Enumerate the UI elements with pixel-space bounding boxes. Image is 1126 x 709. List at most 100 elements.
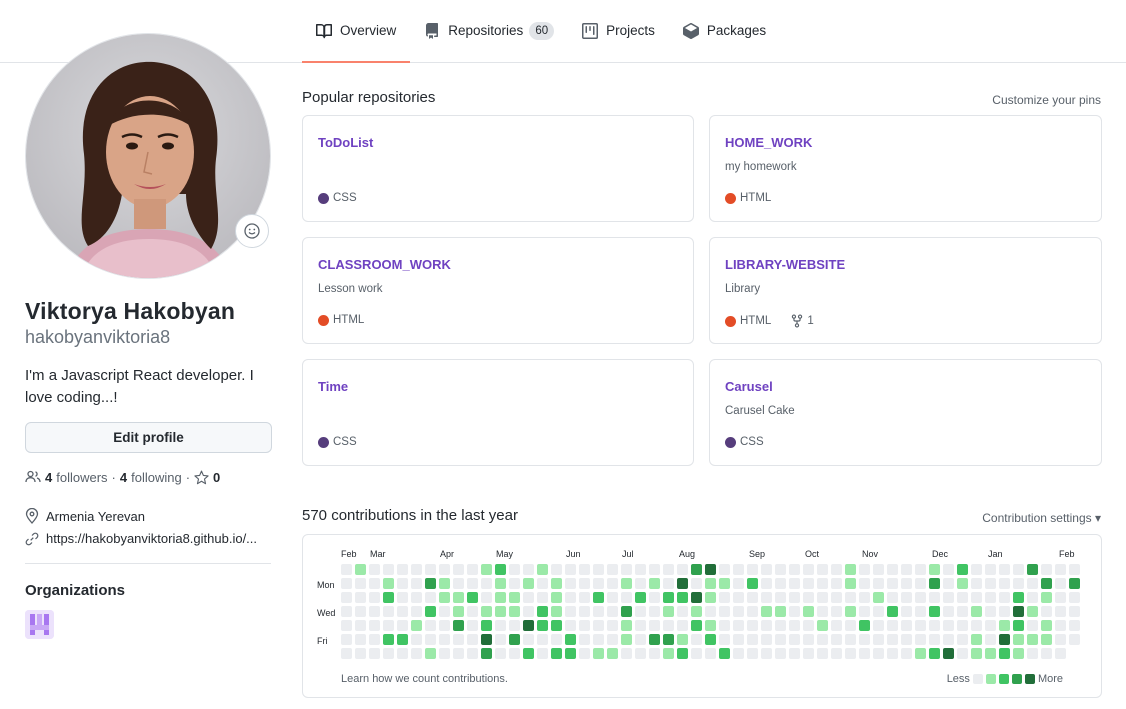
contribution-day-cell[interactable] [495, 564, 506, 575]
contribution-day-cell[interactable] [831, 592, 842, 603]
contribution-day-cell[interactable] [789, 648, 800, 659]
contribution-day-cell[interactable] [341, 648, 352, 659]
contribution-day-cell[interactable] [649, 592, 660, 603]
contribution-day-cell[interactable] [481, 592, 492, 603]
contribution-day-cell[interactable] [789, 606, 800, 617]
contribution-day-cell[interactable] [845, 592, 856, 603]
contribution-day-cell[interactable] [635, 606, 646, 617]
contribution-day-cell[interactable] [733, 578, 744, 589]
contribution-day-cell[interactable] [733, 606, 744, 617]
contribution-day-cell[interactable] [341, 564, 352, 575]
contribution-day-cell[interactable] [1069, 634, 1080, 645]
contribution-day-cell[interactable] [1055, 592, 1066, 603]
contribution-day-cell[interactable] [803, 578, 814, 589]
contribution-day-cell[interactable] [1055, 620, 1066, 631]
repo-name-link[interactable]: HOME_WORK [725, 135, 812, 150]
contribution-day-cell[interactable] [1027, 606, 1038, 617]
contribution-day-cell[interactable] [635, 634, 646, 645]
contribution-day-cell[interactable] [887, 606, 898, 617]
contribution-day-cell[interactable] [453, 634, 464, 645]
contribution-day-cell[interactable] [467, 620, 478, 631]
contribution-day-cell[interactable] [733, 648, 744, 659]
contribution-day-cell[interactable] [663, 592, 674, 603]
contribution-day-cell[interactable] [369, 606, 380, 617]
contribution-day-cell[interactable] [355, 606, 366, 617]
contribution-day-cell[interactable] [985, 634, 996, 645]
organization-avatar[interactable] [25, 610, 54, 639]
contribution-day-cell[interactable] [621, 578, 632, 589]
contribution-day-cell[interactable] [901, 606, 912, 617]
contribution-day-cell[interactable] [509, 606, 520, 617]
contribution-day-cell[interactable] [957, 564, 968, 575]
contribution-day-cell[interactable] [369, 620, 380, 631]
contribution-day-cell[interactable] [453, 578, 464, 589]
contribution-day-cell[interactable] [663, 634, 674, 645]
contribution-day-cell[interactable] [691, 606, 702, 617]
contribution-day-cell[interactable] [341, 592, 352, 603]
contribution-day-cell[interactable] [817, 564, 828, 575]
contribution-day-cell[interactable] [747, 564, 758, 575]
contribution-day-cell[interactable] [789, 592, 800, 603]
contribution-day-cell[interactable] [1013, 592, 1024, 603]
contribution-day-cell[interactable] [803, 606, 814, 617]
contribution-day-cell[interactable] [817, 648, 828, 659]
edit-profile-button[interactable]: Edit profile [25, 422, 272, 453]
contribution-day-cell[interactable] [1041, 578, 1052, 589]
contribution-day-cell[interactable] [971, 620, 982, 631]
contribution-day-cell[interactable] [677, 634, 688, 645]
contribution-day-cell[interactable] [915, 620, 926, 631]
contribution-day-cell[interactable] [495, 634, 506, 645]
contribution-day-cell[interactable] [649, 634, 660, 645]
contribution-day-cell[interactable] [649, 578, 660, 589]
contribution-day-cell[interactable] [1055, 564, 1066, 575]
contribution-day-cell[interactable] [845, 648, 856, 659]
contribution-day-cell[interactable] [439, 620, 450, 631]
contribution-day-cell[interactable] [1013, 564, 1024, 575]
contribution-day-cell[interactable] [943, 620, 954, 631]
contribution-day-cell[interactable] [999, 578, 1010, 589]
contribution-day-cell[interactable] [845, 564, 856, 575]
contribution-day-cell[interactable] [383, 564, 394, 575]
contribution-day-cell[interactable] [1013, 620, 1024, 631]
contribution-day-cell[interactable] [565, 578, 576, 589]
contribution-day-cell[interactable] [635, 578, 646, 589]
learn-contributions-link[interactable]: Learn how we count contributions. [341, 673, 508, 685]
contribution-day-cell[interactable] [859, 634, 870, 645]
contribution-day-cell[interactable] [999, 564, 1010, 575]
contribution-day-cell[interactable] [705, 564, 716, 575]
contribution-day-cell[interactable] [747, 606, 758, 617]
contribution-day-cell[interactable] [1041, 620, 1052, 631]
contribution-day-cell[interactable] [607, 578, 618, 589]
contribution-day-cell[interactable] [551, 592, 562, 603]
contribution-day-cell[interactable] [831, 634, 842, 645]
contribution-day-cell[interactable] [467, 592, 478, 603]
contribution-day-cell[interactable] [579, 648, 590, 659]
contribution-day-cell[interactable] [733, 592, 744, 603]
contribution-day-cell[interactable] [831, 578, 842, 589]
contribution-day-cell[interactable] [369, 634, 380, 645]
contribution-day-cell[interactable] [803, 648, 814, 659]
contribution-day-cell[interactable] [495, 620, 506, 631]
contribution-day-cell[interactable] [467, 578, 478, 589]
contribution-day-cell[interactable] [845, 634, 856, 645]
repo-name-link[interactable]: Carusel [725, 379, 773, 394]
contribution-day-cell[interactable] [677, 564, 688, 575]
contribution-day-cell[interactable] [957, 634, 968, 645]
contribution-day-cell[interactable] [495, 592, 506, 603]
contribution-day-cell[interactable] [1013, 648, 1024, 659]
contribution-day-cell[interactable] [705, 648, 716, 659]
set-status-button[interactable] [235, 214, 269, 248]
contribution-day-cell[interactable] [1013, 606, 1024, 617]
contribution-day-cell[interactable] [607, 634, 618, 645]
contribution-day-cell[interactable] [873, 634, 884, 645]
repo-name-link[interactable]: ToDoList [318, 135, 373, 150]
contribution-day-cell[interactable] [621, 592, 632, 603]
contribution-day-cell[interactable] [425, 592, 436, 603]
contribution-day-cell[interactable] [383, 620, 394, 631]
contribution-day-cell[interactable] [775, 578, 786, 589]
tab-projects[interactable]: Projects [568, 22, 669, 63]
contribution-day-cell[interactable] [537, 578, 548, 589]
contribution-day-cell[interactable] [551, 606, 562, 617]
contribution-day-cell[interactable] [943, 592, 954, 603]
contribution-day-cell[interactable] [971, 564, 982, 575]
